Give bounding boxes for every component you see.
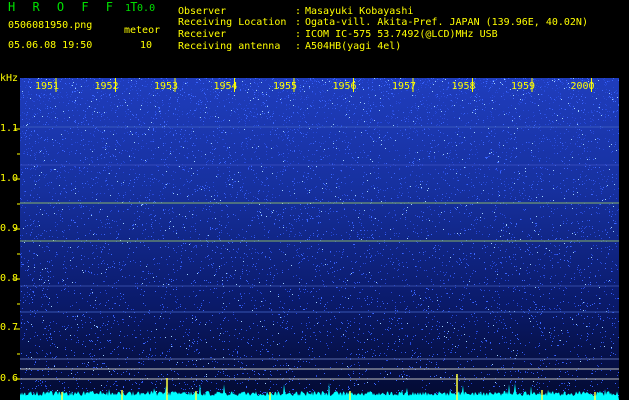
time-label: 1954 [214,81,238,92]
time-label: 1951 [35,81,59,92]
observer-label: Observer [178,6,227,17]
app-title: H R O F F T [8,0,143,14]
time-label: 1955 [273,81,297,92]
time-label: 1953 [154,81,178,92]
time-axis: 1951 1952 1953 1954 1955 1956 1957 1958 1959 2000 [35,78,595,92]
y-axis-ticks [14,128,20,380]
receiver-value: ICOM IC-575 53.7492(@LCD)MHz USB [305,29,498,40]
time-label: 1957 [392,81,416,92]
meteor-count: 10 [140,40,153,51]
observer-value: Masayuki Kobayashi [305,6,414,17]
observer-colon: : [295,6,302,17]
app-version: 1.0.0 [125,3,156,14]
meteor-label: meteor [124,25,161,36]
location-value: Ogata-vill. Akita-Pref. JAPAN (139.96E, … [305,17,588,28]
location-label: Receiving Location [178,17,287,28]
time-label: 2000 [571,81,595,92]
time-label: 1958 [452,81,476,92]
hroft-window: H R O F F T 1.0.0 0506081950.png 05.06.0… [0,0,629,400]
antenna-value: A504HB(yagi 4el) [305,41,402,52]
antenna-label: Receiving antenna [178,41,281,52]
receiver-colon: : [295,29,302,40]
location-colon: : [295,17,302,28]
spectrogram-background [20,78,619,400]
spectrogram [20,78,619,400]
antenna-colon: : [295,41,302,52]
time-label: 1956 [333,81,357,92]
time-label: 1952 [95,81,119,92]
time-label: 1959 [511,81,535,92]
receiver-label: Receiver [178,29,227,40]
